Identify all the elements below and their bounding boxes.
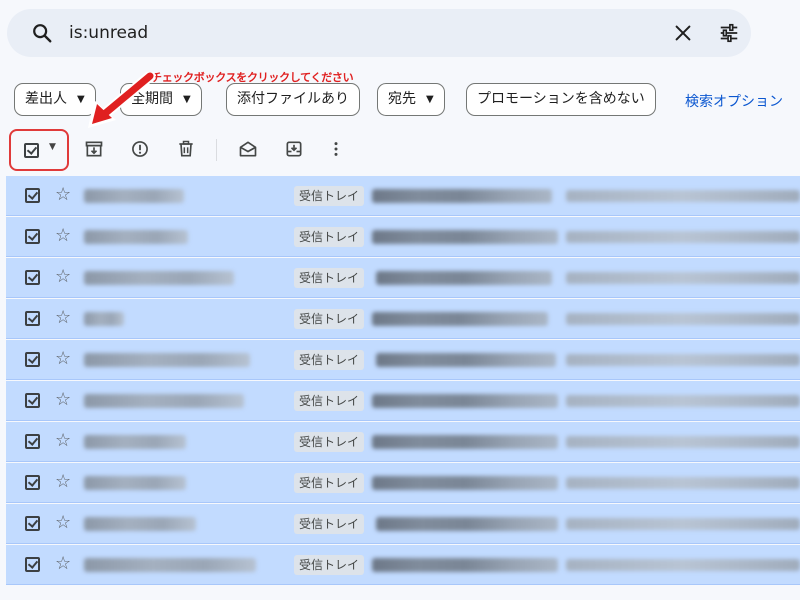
- move-to-inbox-icon[interactable]: [284, 139, 304, 159]
- star-icon[interactable]: ☆: [55, 390, 71, 410]
- search-input[interactable]: is:unread: [69, 21, 148, 45]
- row-checkbox[interactable]: [25, 311, 40, 326]
- redacted-snippet: [566, 395, 800, 407]
- star-icon[interactable]: ☆: [55, 554, 71, 574]
- redacted-sender: [84, 312, 124, 326]
- star-icon[interactable]: ☆: [55, 267, 71, 287]
- redacted-subject: [372, 230, 558, 244]
- redacted-subject: [376, 271, 552, 285]
- row-checkbox[interactable]: [25, 393, 40, 408]
- star-icon[interactable]: ☆: [55, 472, 71, 492]
- mark-as-read-icon[interactable]: [238, 139, 258, 159]
- redacted-sender: [84, 271, 234, 285]
- redacted-subject: [372, 189, 552, 203]
- redacted-subject: [376, 517, 558, 531]
- inbox-label: 受信トレイ: [294, 186, 365, 206]
- archive-icon[interactable]: [84, 139, 104, 159]
- star-icon[interactable]: ☆: [55, 513, 71, 533]
- star-icon[interactable]: ☆: [55, 185, 71, 205]
- redacted-snippet: [566, 272, 800, 284]
- chip-has-attachment[interactable]: 添付ファイルあり: [226, 83, 360, 116]
- chevron-down-icon: ▼: [426, 94, 434, 105]
- star-icon[interactable]: ☆: [55, 349, 71, 369]
- redacted-snippet: [566, 559, 800, 571]
- toolbar-divider: [216, 139, 217, 161]
- report-spam-icon[interactable]: [130, 139, 150, 159]
- message-row[interactable]: ☆ 受信トレイ: [6, 463, 800, 503]
- inbox-label: 受信トレイ: [294, 432, 365, 452]
- advanced-search-link[interactable]: 検索オプション: [685, 91, 783, 111]
- chip-to[interactable]: 宛先 ▼: [377, 83, 445, 116]
- star-icon[interactable]: ☆: [55, 431, 71, 451]
- chip-exclude-promotions-label: プロモーションを含めない: [477, 91, 645, 107]
- message-row[interactable]: ☆ 受信トレイ: [6, 217, 800, 257]
- delete-icon[interactable]: [176, 139, 196, 159]
- message-row[interactable]: ☆ 受信トレイ: [6, 176, 800, 216]
- message-row[interactable]: ☆ 受信トレイ: [6, 381, 800, 421]
- row-checkbox[interactable]: [25, 270, 40, 285]
- redacted-subject: [372, 476, 558, 490]
- inbox-label: 受信トレイ: [294, 227, 365, 247]
- redacted-sender: [84, 394, 244, 408]
- message-row[interactable]: ☆ 受信トレイ: [6, 340, 800, 380]
- redacted-sender: [84, 353, 250, 367]
- redacted-sender: [84, 476, 186, 490]
- select-all-checkbox[interactable]: ▼: [9, 129, 69, 171]
- redacted-subject: [372, 558, 558, 572]
- row-checkbox[interactable]: [25, 557, 40, 572]
- redacted-sender: [84, 189, 184, 203]
- redacted-snippet: [566, 190, 800, 202]
- select-dropdown-icon[interactable]: ▼: [49, 142, 56, 152]
- row-checkbox[interactable]: [25, 229, 40, 244]
- redacted-sender: [84, 558, 256, 572]
- message-row[interactable]: ☆ 受信トレイ: [6, 545, 800, 585]
- redacted-sender: [84, 517, 196, 531]
- redacted-subject: [372, 312, 548, 326]
- message-row[interactable]: ☆ 受信トレイ: [6, 422, 800, 462]
- inbox-label: 受信トレイ: [294, 514, 365, 534]
- clear-icon[interactable]: [672, 22, 694, 44]
- redacted-sender: [84, 230, 188, 244]
- inbox-label: 受信トレイ: [294, 473, 365, 493]
- row-checkbox[interactable]: [25, 475, 40, 490]
- search-bar[interactable]: is:unread: [7, 9, 751, 57]
- star-icon[interactable]: ☆: [55, 308, 71, 328]
- row-checkbox[interactable]: [25, 352, 40, 367]
- redacted-subject: [372, 435, 558, 449]
- redacted-snippet: [566, 477, 800, 489]
- chip-from-label: 差出人: [25, 91, 67, 107]
- search-icon[interactable]: [31, 22, 53, 44]
- toolbar: ▼: [0, 128, 800, 172]
- redacted-subject: [372, 394, 558, 408]
- inbox-label: 受信トレイ: [294, 350, 365, 370]
- redacted-snippet: [566, 231, 800, 243]
- redacted-snippet: [566, 313, 800, 325]
- row-checkbox[interactable]: [25, 516, 40, 531]
- row-checkbox[interactable]: [25, 434, 40, 449]
- inbox-label: 受信トレイ: [294, 555, 365, 575]
- redacted-snippet: [566, 436, 800, 448]
- inbox-label: 受信トレイ: [294, 309, 365, 329]
- redacted-sender: [84, 435, 186, 449]
- redacted-snippet: [566, 354, 800, 366]
- select-all-checkbox-icon[interactable]: [24, 143, 39, 158]
- annotation-arrow: [88, 72, 156, 128]
- row-checkbox[interactable]: [25, 188, 40, 203]
- annotation-text: チェックボックスをクリックしてください: [151, 71, 354, 84]
- star-icon[interactable]: ☆: [55, 226, 71, 246]
- chevron-down-icon: ▼: [183, 94, 191, 105]
- tune-icon[interactable]: [717, 22, 741, 44]
- chip-has-attachment-label: 添付ファイルあり: [237, 91, 349, 107]
- message-row[interactable]: ☆ 受信トレイ: [6, 258, 800, 298]
- message-row[interactable]: ☆ 受信トレイ: [6, 504, 800, 544]
- more-vert-icon[interactable]: [326, 139, 346, 159]
- inbox-label: 受信トレイ: [294, 268, 365, 288]
- chip-exclude-promotions[interactable]: プロモーションを含めない: [466, 83, 656, 116]
- redacted-subject: [376, 353, 556, 367]
- message-list: ☆ 受信トレイ ☆ 受信トレイ ☆ 受信トレイ ☆ 受信トレイ ☆ 受信トレイ: [6, 176, 800, 588]
- redacted-snippet: [566, 518, 800, 530]
- inbox-label: 受信トレイ: [294, 391, 365, 411]
- message-row[interactable]: ☆ 受信トレイ: [6, 299, 800, 339]
- chip-to-label: 宛先: [388, 91, 416, 107]
